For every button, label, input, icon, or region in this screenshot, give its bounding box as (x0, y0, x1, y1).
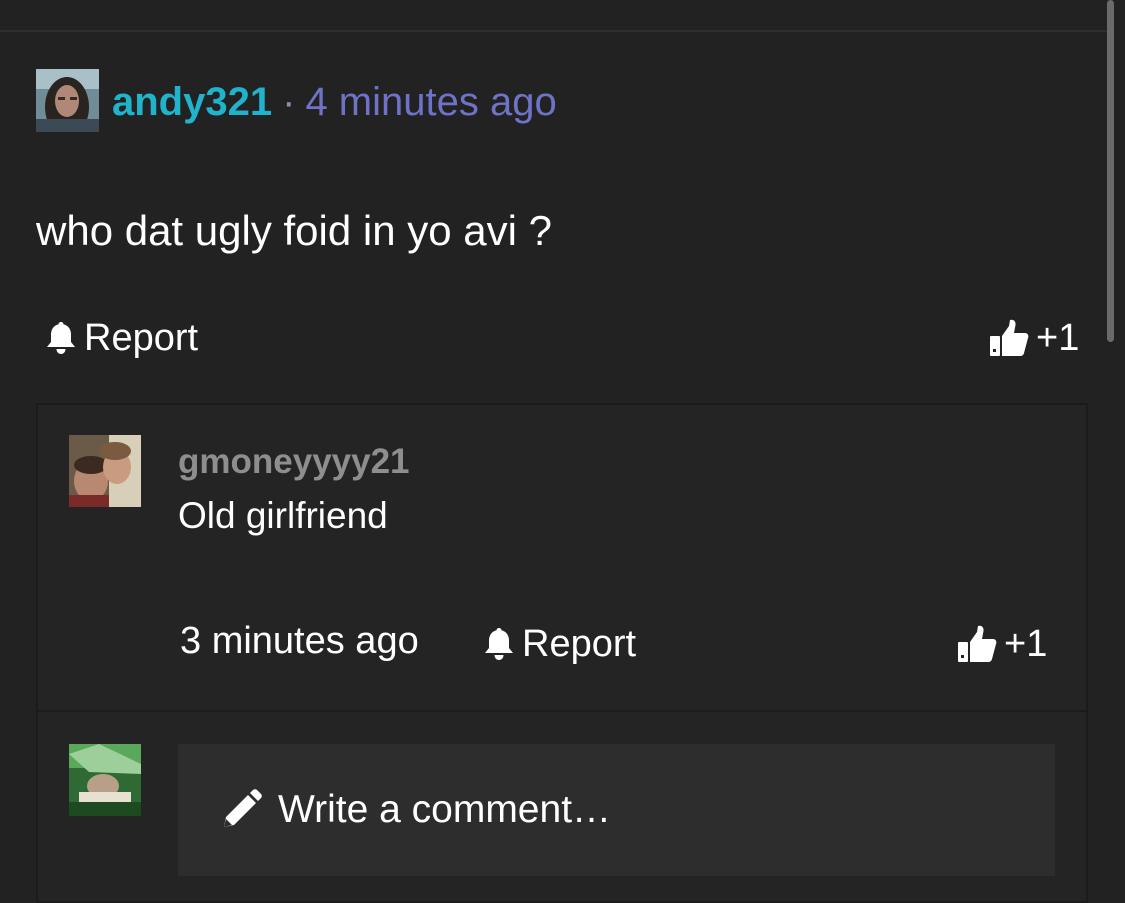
comment-username[interactable]: andy321 (112, 80, 272, 125)
reply-report-label: Report (522, 622, 637, 665)
avatar-gmoneyyyy21[interactable] (69, 435, 141, 507)
bell-icon (482, 626, 522, 662)
top-divider (0, 30, 1110, 32)
thumbs-up-icon (988, 318, 1036, 358)
like-count: +1 (1036, 316, 1080, 359)
like-button[interactable]: +1 (988, 316, 1079, 360)
report-label: Report (84, 316, 199, 359)
bell-icon (44, 320, 84, 356)
reply-username[interactable]: gmoneyyyy21 (178, 442, 410, 482)
reply-like-count: +1 (1004, 622, 1048, 665)
scrollbar-thumb[interactable] (1107, 0, 1114, 342)
avatar-current-user[interactable] (69, 744, 141, 816)
meta-separator: · (282, 79, 296, 124)
comment-timestamp[interactable]: 4 minutes ago (305, 80, 556, 125)
reply-timestamp[interactable]: 3 minutes ago (180, 620, 419, 663)
comment-input[interactable]: Write a comment… (178, 744, 1055, 876)
reply-like-button[interactable]: +1 (956, 622, 1047, 666)
comment-input-placeholder: Write a comment… (278, 788, 612, 831)
comment-header: andy321 · 4 minutes ago (112, 76, 557, 128)
report-button[interactable]: Report (44, 316, 198, 360)
reply-report-button[interactable]: Report (482, 622, 636, 666)
pencil-icon (220, 789, 278, 831)
comment-text: who dat ugly foid in yo avi ? (36, 207, 552, 254)
reply-text: Old girlfriend (178, 495, 388, 536)
avatar-andy321[interactable] (36, 69, 99, 132)
reply-divider (38, 710, 1086, 712)
thumbs-up-icon (956, 624, 1004, 664)
